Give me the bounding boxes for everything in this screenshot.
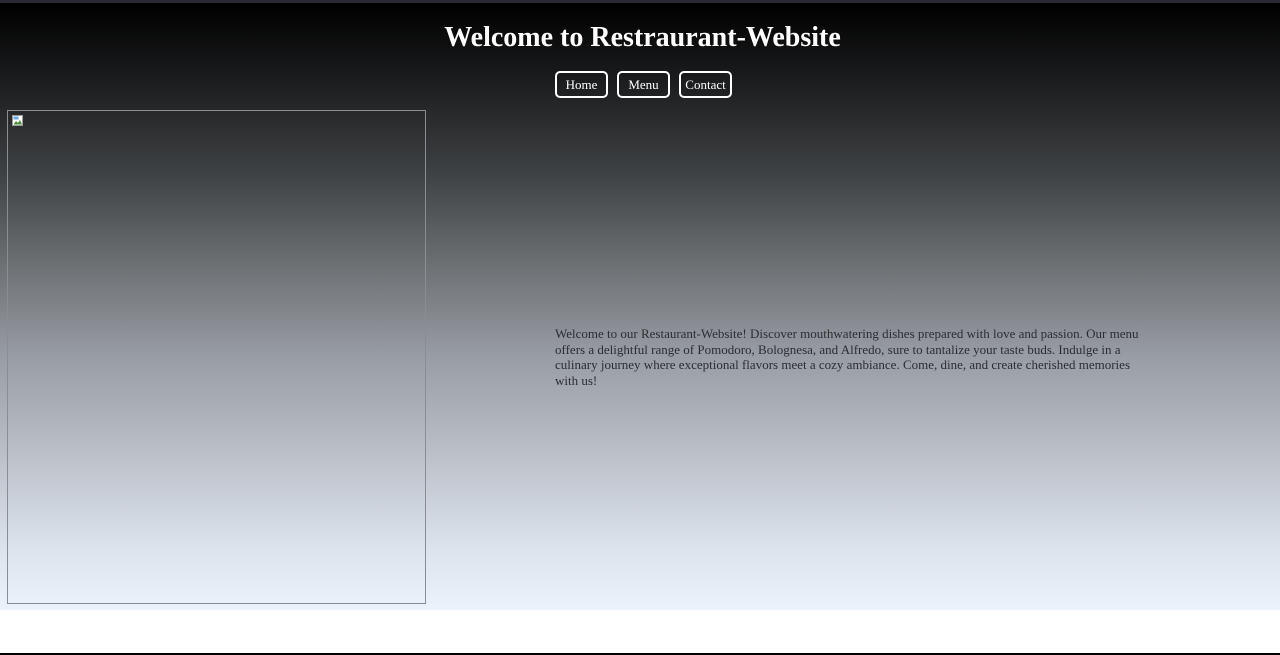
nav-home-button[interactable]: Home: [555, 71, 608, 98]
page-background: Welcome to Restraurant-Website Home Menu…: [0, 3, 1280, 610]
intro-text: Welcome to our Restaurant-Website! Disco…: [555, 326, 1139, 388]
nav-menu-button[interactable]: Menu: [617, 71, 670, 98]
nav-contact-button[interactable]: Contact: [679, 71, 732, 98]
hero-image: [7, 110, 426, 604]
page-title: Welcome to Restraurant-Website: [444, 22, 841, 53]
main-nav: Home Menu Contact: [555, 71, 732, 98]
broken-image-icon: [12, 115, 23, 126]
